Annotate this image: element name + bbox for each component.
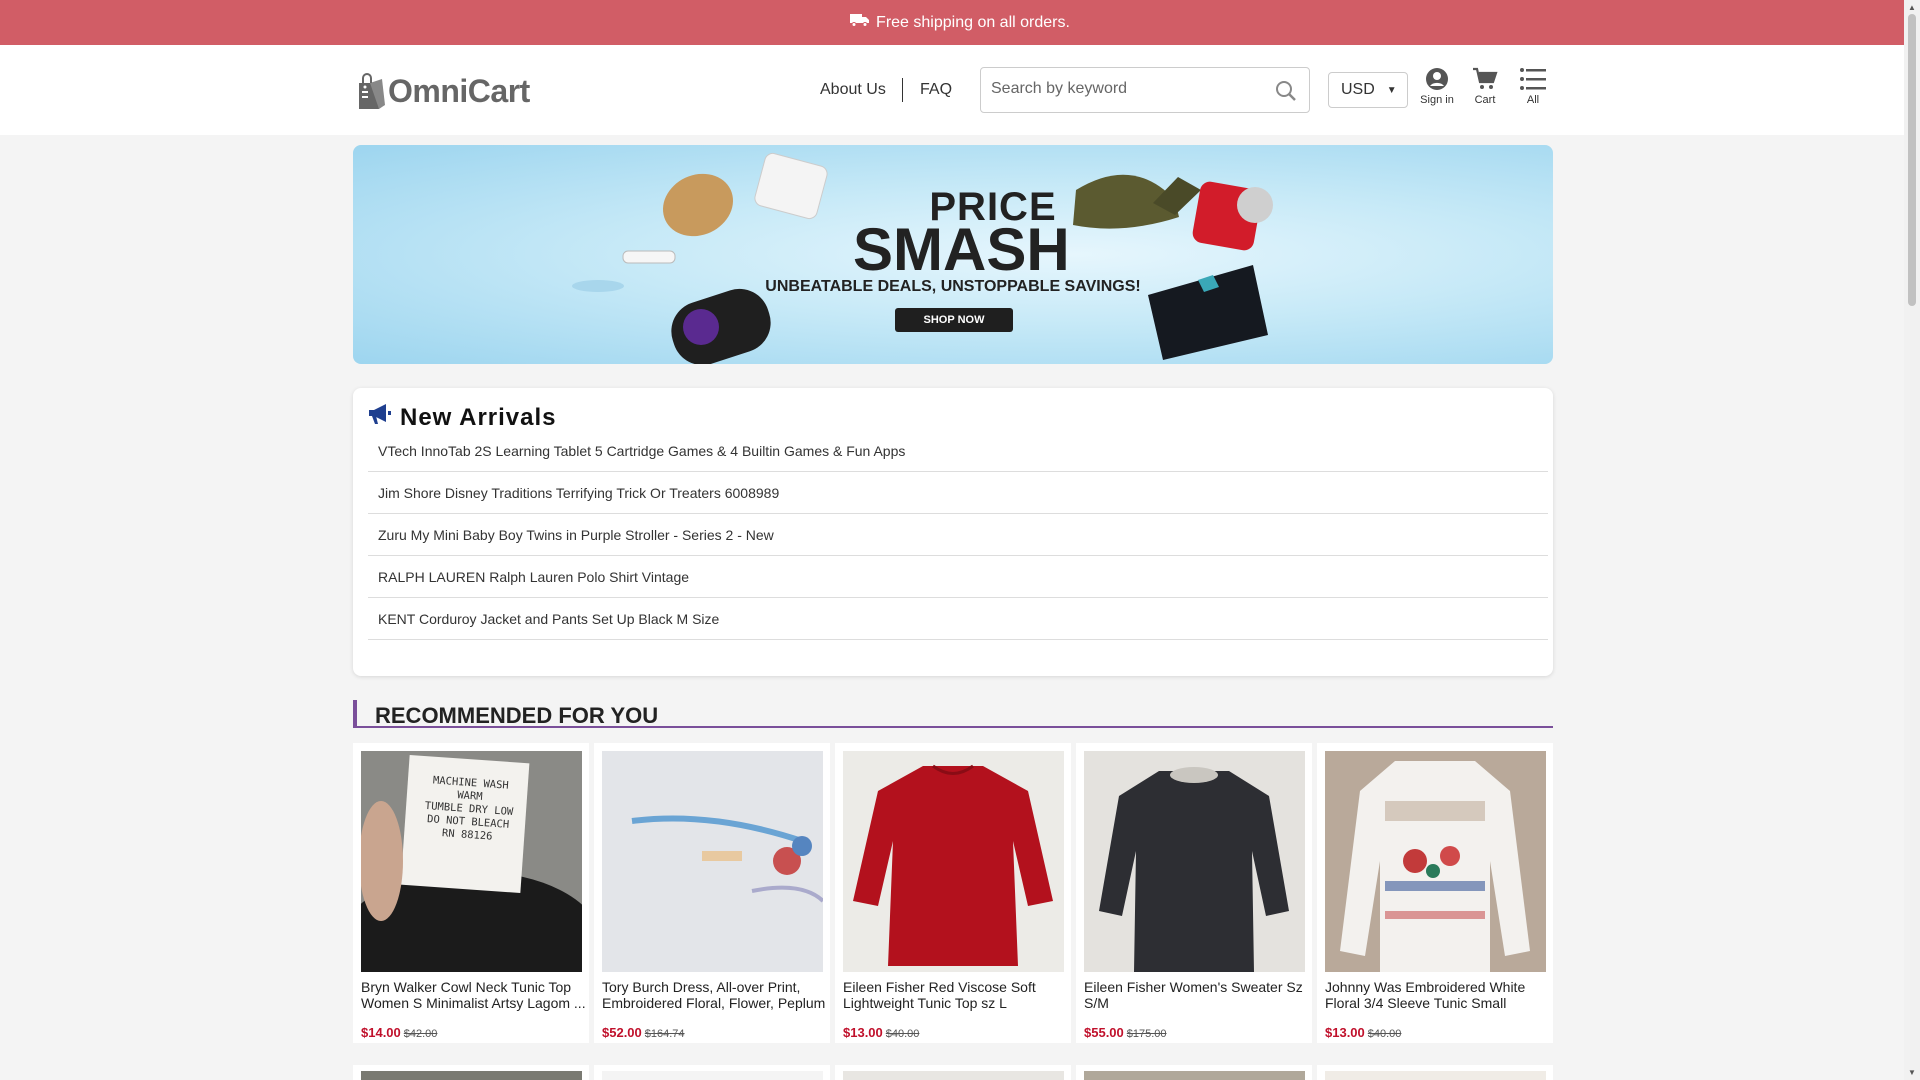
new-arrivals-heading: New Arrivals (368, 403, 557, 432)
product-card[interactable] (353, 1065, 589, 1080)
currency-select[interactable]: USD ▼ (1328, 72, 1408, 108)
shop-now-button[interactable]: SHOP NOW (895, 308, 1013, 332)
price-current: $55.00 (1084, 1025, 1124, 1040)
product-card[interactable] (1317, 1065, 1553, 1080)
site-header: OmniCart About Us FAQ USD ▼ Sign in Cart… (0, 45, 1904, 135)
product-price: $52.00 $164.74 (602, 1025, 685, 1040)
product-grid-row-2 (353, 1065, 1553, 1080)
nav-about-us[interactable]: About Us (820, 81, 886, 99)
product-card[interactable]: Johnny Was Embroidered White Floral 3/4 … (1317, 743, 1553, 1043)
price-original: $164.74 (644, 1028, 685, 1040)
price-original: $42.00 (403, 1028, 438, 1040)
cart-label: Cart (1474, 94, 1496, 106)
product-image[interactable] (1084, 1071, 1305, 1080)
list-item[interactable]: Zuru My Mini Baby Boy Twins in Purple St… (368, 514, 1548, 556)
product-card[interactable] (835, 1065, 1071, 1080)
logo[interactable]: OmniCart (356, 71, 530, 111)
price-current: $13.00 (843, 1025, 883, 1040)
new-arrivals-panel: New Arrivals VTech InnoTab 2S Learning T… (353, 388, 1553, 676)
recommended-title: RECOMMENDED FOR YOU (375, 703, 659, 728)
product-card[interactable] (1076, 1065, 1312, 1080)
scroll-down-icon[interactable]: ▼ (1908, 1068, 1916, 1077)
product-title[interactable]: Johnny Was Embroidered White Floral 3/4 … (1325, 979, 1550, 1011)
search-box (980, 67, 1310, 113)
price-current: $14.00 (361, 1025, 401, 1040)
truck-icon (850, 13, 870, 32)
brand-name: OmniCart (388, 72, 530, 109)
shopping-bag-icon (356, 71, 386, 111)
announcement-bar: Free shipping on all orders. (0, 0, 1920, 45)
scroll-up-icon[interactable]: ▲ (1908, 3, 1916, 12)
megaphone-icon (368, 403, 400, 432)
price-original: $40.00 (885, 1028, 920, 1040)
list-item[interactable]: KENT Corduroy Jacket and Pants Set Up Bl… (368, 598, 1548, 640)
sign-in-label: Sign in (1420, 94, 1454, 106)
search-input[interactable] (991, 80, 1261, 98)
product-image[interactable] (1325, 1071, 1546, 1080)
nav-faq[interactable]: FAQ (920, 81, 952, 99)
product-image[interactable] (602, 751, 823, 972)
product-card[interactable]: MACHINE WASH WARM TUMBLE DRY LOW DO NOT … (353, 743, 589, 1043)
recommended-heading: RECOMMENDED FOR YOU (353, 700, 1553, 728)
list-item[interactable]: Jim Shore Disney Traditions Terrifying T… (368, 472, 1548, 514)
banner-tagline: UNBEATABLE DEALS, UNSTOPPABLE SAVINGS! (765, 278, 1141, 295)
product-image[interactable] (1325, 751, 1546, 972)
product-image[interactable] (843, 1071, 1064, 1080)
all-label: All (1526, 94, 1540, 106)
banner-title-line2: SMASH (853, 216, 1070, 283)
list-item[interactable]: VTech InnoTab 2S Learning Tablet 5 Cartr… (368, 430, 1548, 472)
product-image[interactable] (602, 1071, 823, 1080)
search-icon[interactable] (1275, 80, 1297, 107)
list-item[interactable]: RALPH LAUREN Ralph Lauren Polo Shirt Vin… (368, 556, 1548, 598)
promo-banner[interactable]: PRICE SMASH UNBEATABLE DEALS, UNSTOPPABL… (353, 145, 1553, 364)
product-price: $14.00 $42.00 (361, 1025, 437, 1040)
price-original: $175.00 (1126, 1028, 1167, 1040)
product-price: $13.00 $40.00 (843, 1025, 919, 1040)
product-image[interactable] (1084, 751, 1305, 972)
announcement-text: Free shipping on all orders. (876, 13, 1070, 31)
product-card[interactable]: Eileen Fisher Women's Sweater Sz S/M $55… (1076, 743, 1312, 1043)
product-title[interactable]: Eileen Fisher Women's Sweater Sz S/M (1084, 979, 1309, 1011)
cart-button[interactable]: Cart (1465, 67, 1505, 106)
product-card[interactable]: Eileen Fisher Red Viscose Soft Lightweig… (835, 743, 1071, 1043)
price-current: $13.00 (1325, 1025, 1365, 1040)
product-title[interactable]: Eileen Fisher Red Viscose Soft Lightweig… (843, 979, 1068, 1011)
nav-divider (902, 78, 903, 102)
price-current: $52.00 (602, 1025, 642, 1040)
product-price: $13.00 $40.00 (1325, 1025, 1401, 1040)
user-icon (1417, 67, 1457, 91)
product-card[interactable] (594, 1065, 830, 1080)
scrollbar-thumb[interactable] (1908, 14, 1916, 306)
product-title[interactable]: Bryn Walker Cowl Neck Tunic Top Women S … (361, 979, 586, 1011)
all-menu-button[interactable]: All (1513, 67, 1553, 106)
page-scrollbar[interactable]: ▲ ▼ (1904, 0, 1920, 1080)
sign-in-button[interactable]: Sign in (1417, 67, 1457, 106)
product-title[interactable]: Tory Burch Dress, All-over Print, Embroi… (602, 979, 827, 1011)
product-card[interactable]: Tory Burch Dress, All-over Print, Embroi… (594, 743, 830, 1043)
arrival-list: VTech InnoTab 2S Learning Tablet 5 Cartr… (368, 430, 1548, 640)
new-arrivals-title: New Arrivals (400, 403, 557, 431)
menu-icon (1513, 67, 1553, 91)
product-image[interactable]: MACHINE WASH WARM TUMBLE DRY LOW DO NOT … (361, 751, 582, 972)
cart-icon (1465, 67, 1505, 91)
price-original: $40.00 (1367, 1028, 1402, 1040)
caret-down-icon: ▼ (1386, 84, 1397, 96)
product-price: $55.00 $175.00 (1084, 1025, 1167, 1040)
product-image[interactable] (843, 751, 1064, 972)
product-image[interactable] (361, 1071, 582, 1080)
currency-value: USD (1341, 81, 1375, 98)
